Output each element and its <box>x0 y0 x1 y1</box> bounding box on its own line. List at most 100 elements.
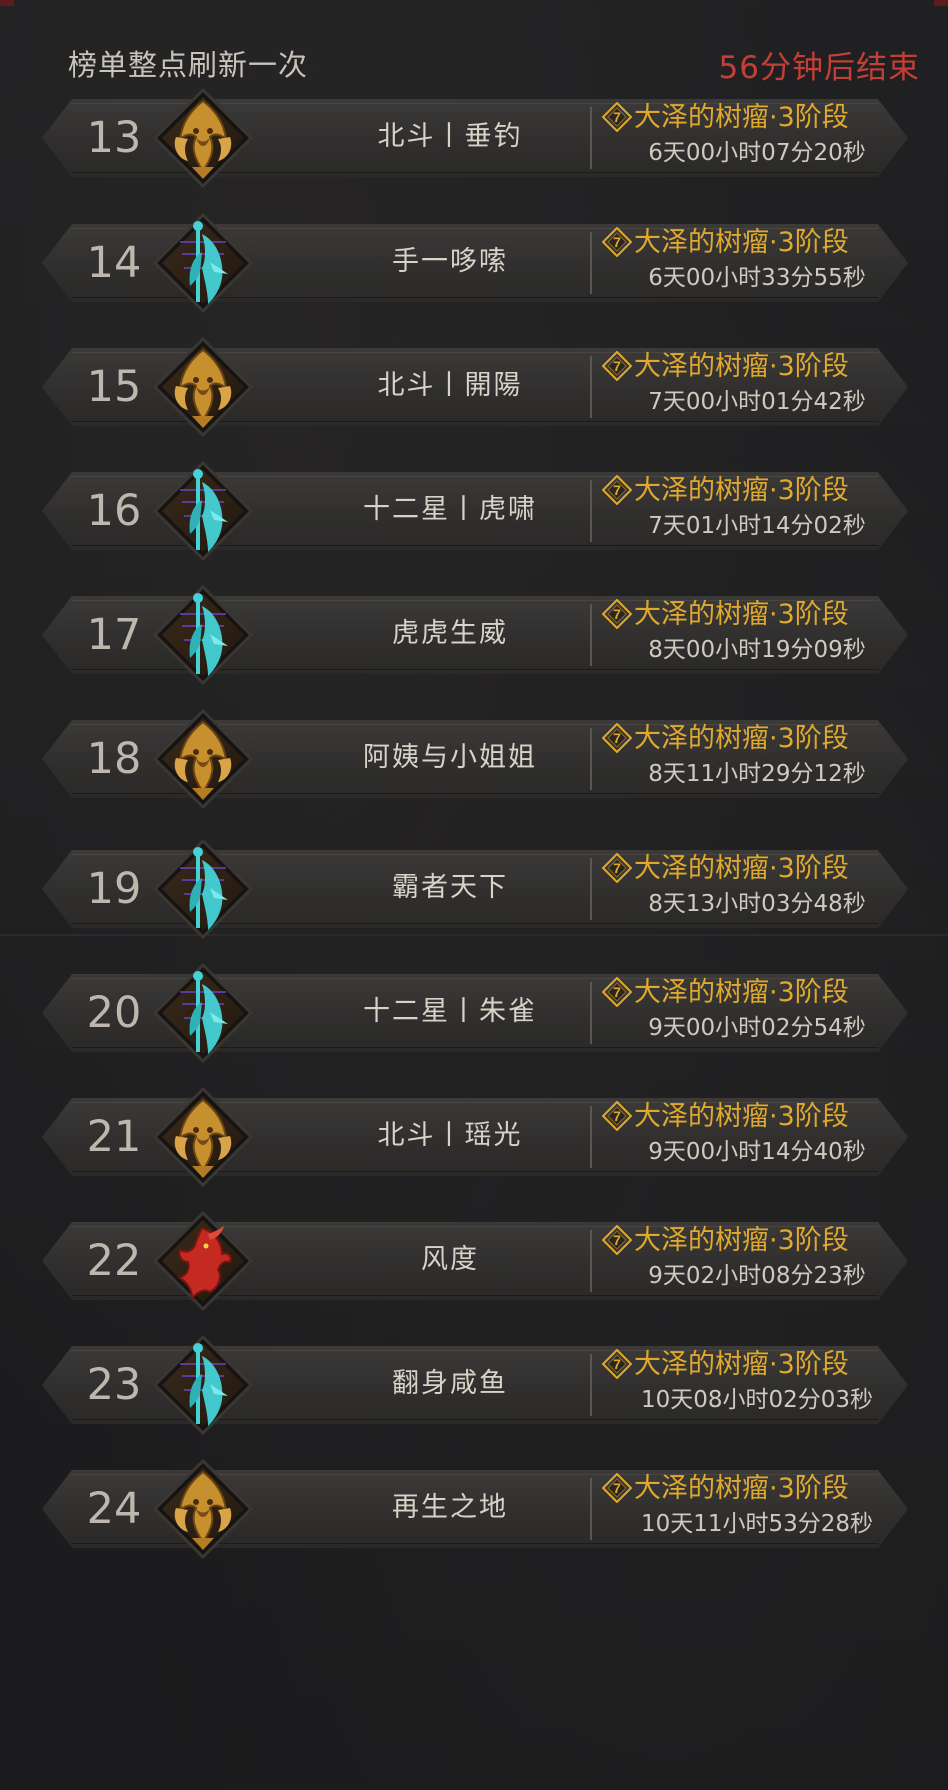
svg-text:7: 7 <box>613 482 621 498</box>
dungeon-label: 7 大泽的树瘤·3阶段 <box>602 471 902 511</box>
dungeon-level-icon: 7 <box>602 723 632 753</box>
player-name[interactable]: 风度 <box>260 1240 640 1280</box>
dungeon-label: 7 大泽的树瘤·3阶段 <box>602 1221 902 1261</box>
leaderboard-row-21[interactable]: 21 北斗丨瑶光 7 大泽的树瘤·3阶段 9天00小时14分40秒 <box>30 1086 920 1188</box>
column-divider <box>590 858 592 920</box>
rank-number: 22 <box>86 1236 142 1286</box>
player-name[interactable]: 北斗丨垂钓 <box>260 117 640 157</box>
rank-number: 18 <box>86 734 142 784</box>
dungeon-name: 大泽的树瘤·3阶段 <box>634 977 849 1008</box>
dungeon-level-icon: 7 <box>602 599 632 629</box>
svg-text:7: 7 <box>613 984 621 1000</box>
leaderboard-row-24[interactable]: 24 再生之地 7 大泽的树瘤·3阶段 10天11小时53分28秒 <box>30 1458 920 1560</box>
svg-text:7: 7 <box>613 109 621 125</box>
specter-cyan-emblem-icon <box>152 212 254 314</box>
specter-cyan-emblem-icon <box>152 1334 254 1436</box>
clear-time: 9天02小时08分23秒 <box>648 1263 866 1289</box>
rank-number: 19 <box>86 864 142 914</box>
clear-time: 7天00小时01分42秒 <box>648 389 866 415</box>
lion-gold-emblem-icon <box>152 708 254 810</box>
player-name[interactable]: 再生之地 <box>260 1488 640 1528</box>
dungeon-level-icon: 7 <box>602 475 632 505</box>
svg-text:7: 7 <box>613 860 621 876</box>
specter-cyan-emblem-icon <box>152 962 254 1064</box>
rank-number: 14 <box>86 238 142 288</box>
leaderboard-row-18[interactable]: 18 阿姨与小姐姐 7 大泽的树瘤·3阶段 8天11小时29分12秒 <box>30 708 920 810</box>
dungeon-name: 大泽的树瘤·3阶段 <box>634 723 849 754</box>
player-name[interactable]: 北斗丨開陽 <box>260 366 640 406</box>
player-name[interactable]: 十二星丨虎啸 <box>260 490 640 530</box>
dungeon-label: 7 大泽的树瘤·3阶段 <box>602 973 902 1013</box>
clear-time: 8天11小时29分12秒 <box>648 761 866 787</box>
dungeon-label: 7 大泽的树瘤·3阶段 <box>602 595 902 635</box>
dungeon-level-icon: 7 <box>602 1473 632 1503</box>
dungeon-name: 大泽的树瘤·3阶段 <box>634 1225 849 1256</box>
clear-time: 6天00小时07分20秒 <box>648 140 866 166</box>
leaderboard-row-16[interactable]: 16 十二星丨虎啸 7 大泽的树瘤·3阶段 7天01小时14分02秒 <box>30 460 920 562</box>
svg-text:7: 7 <box>613 1108 621 1124</box>
dungeon-label: 7 大泽的树瘤·3阶段 <box>602 719 902 759</box>
rank-number: 15 <box>86 362 142 412</box>
dungeon-name: 大泽的树瘤·3阶段 <box>634 475 849 506</box>
svg-text:7: 7 <box>613 606 621 622</box>
lion-gold-emblem-icon <box>152 1086 254 1188</box>
section-divider <box>0 934 948 936</box>
leaderboard-row-19[interactable]: 19 霸者天下 7 大泽的树瘤·3阶段 8天13小时03分48秒 <box>30 838 920 940</box>
column-divider <box>590 480 592 542</box>
player-name[interactable]: 霸者天下 <box>260 868 640 908</box>
dungeon-name: 大泽的树瘤·3阶段 <box>634 853 849 884</box>
dragon-red-emblem-icon <box>152 1210 254 1312</box>
column-divider <box>590 232 592 294</box>
lion-gold-emblem-icon <box>152 1458 254 1560</box>
column-divider <box>590 728 592 790</box>
column-divider <box>590 1106 592 1168</box>
player-name[interactable]: 阿姨与小姐姐 <box>260 738 640 778</box>
dungeon-level-icon: 7 <box>602 1101 632 1131</box>
dungeon-name: 大泽的树瘤·3阶段 <box>634 1101 849 1132</box>
clear-time: 9天00小时14分40秒 <box>648 1139 866 1165</box>
player-name[interactable]: 北斗丨瑶光 <box>260 1116 640 1156</box>
leaderboard-row-14[interactable]: 14 手一哆嗦 7 大泽的树瘤·3阶段 6天00小时33分55秒 <box>30 212 920 314</box>
leaderboard-row-20[interactable]: 20 十二星丨朱雀 7 大泽的树瘤·3阶段 9天00小时02分54秒 <box>30 962 920 1064</box>
rank-number: 21 <box>86 1112 142 1162</box>
refresh-note: 榜单整点刷新一次 <box>68 48 309 82</box>
dungeon-label: 7 大泽的树瘤·3阶段 <box>602 347 902 387</box>
player-name[interactable]: 虎虎生威 <box>260 614 640 654</box>
dungeon-label: 7 大泽的树瘤·3阶段 <box>602 1097 902 1137</box>
player-name[interactable]: 手一哆嗦 <box>260 242 640 282</box>
svg-text:7: 7 <box>613 234 621 250</box>
svg-text:7: 7 <box>613 1356 621 1372</box>
dungeon-label: 7 大泽的树瘤·3阶段 <box>602 1345 902 1385</box>
dungeon-level-icon: 7 <box>602 227 632 257</box>
leaderboard-row-22[interactable]: 22 风度 7 大泽的树瘤·3阶段 9天02小时08分23秒 <box>30 1210 920 1312</box>
dungeon-level-icon: 7 <box>602 351 632 381</box>
clear-time: 10天08小时02分03秒 <box>640 1387 874 1413</box>
svg-text:7: 7 <box>613 358 621 374</box>
leaderboard-row-23[interactable]: 23 翻身咸鱼 7 大泽的树瘤·3阶段 10天08小时02分03秒 <box>30 1334 920 1436</box>
specter-cyan-emblem-icon <box>152 460 254 562</box>
leaderboard-row-15[interactable]: 15 北斗丨開陽 7 大泽的树瘤·3阶段 7天00小时01分42秒 <box>30 336 920 438</box>
leaderboard-row-17[interactable]: 17 虎虎生威 7 大泽的树瘤·3阶段 8天00小时19分09秒 <box>30 584 920 686</box>
rank-number: 20 <box>86 988 142 1038</box>
dungeon-level-icon: 7 <box>602 853 632 883</box>
rank-number: 24 <box>86 1484 142 1534</box>
column-divider <box>590 982 592 1044</box>
clear-time: 9天00小时02分54秒 <box>648 1015 866 1041</box>
dungeon-label: 7 大泽的树瘤·3阶段 <box>602 849 902 889</box>
specter-cyan-emblem-icon <box>152 584 254 686</box>
rank-number: 23 <box>86 1360 142 1410</box>
dungeon-label: 7 大泽的树瘤·3阶段 <box>602 1469 902 1509</box>
clear-time: 8天13小时03分48秒 <box>648 891 866 917</box>
leaderboard-row-13[interactable]: 13 北斗丨垂钓 7 大泽的树瘤·3阶段 6天00小时07分20秒 <box>30 87 920 189</box>
dungeon-name: 大泽的树瘤·3阶段 <box>634 599 849 630</box>
dungeon-label: 7 大泽的树瘤·3阶段 <box>602 98 902 138</box>
player-name[interactable]: 十二星丨朱雀 <box>260 992 640 1032</box>
dungeon-name: 大泽的树瘤·3阶段 <box>634 1473 849 1504</box>
dungeon-name: 大泽的树瘤·3阶段 <box>634 351 849 382</box>
season-countdown: 56分钟后结束 <box>718 50 920 86</box>
dungeon-name: 大泽的树瘤·3阶段 <box>634 227 849 258</box>
player-name[interactable]: 翻身咸鱼 <box>260 1364 640 1404</box>
rank-number: 13 <box>86 113 142 163</box>
column-divider <box>590 1478 592 1540</box>
dungeon-label: 7 大泽的树瘤·3阶段 <box>602 223 902 263</box>
